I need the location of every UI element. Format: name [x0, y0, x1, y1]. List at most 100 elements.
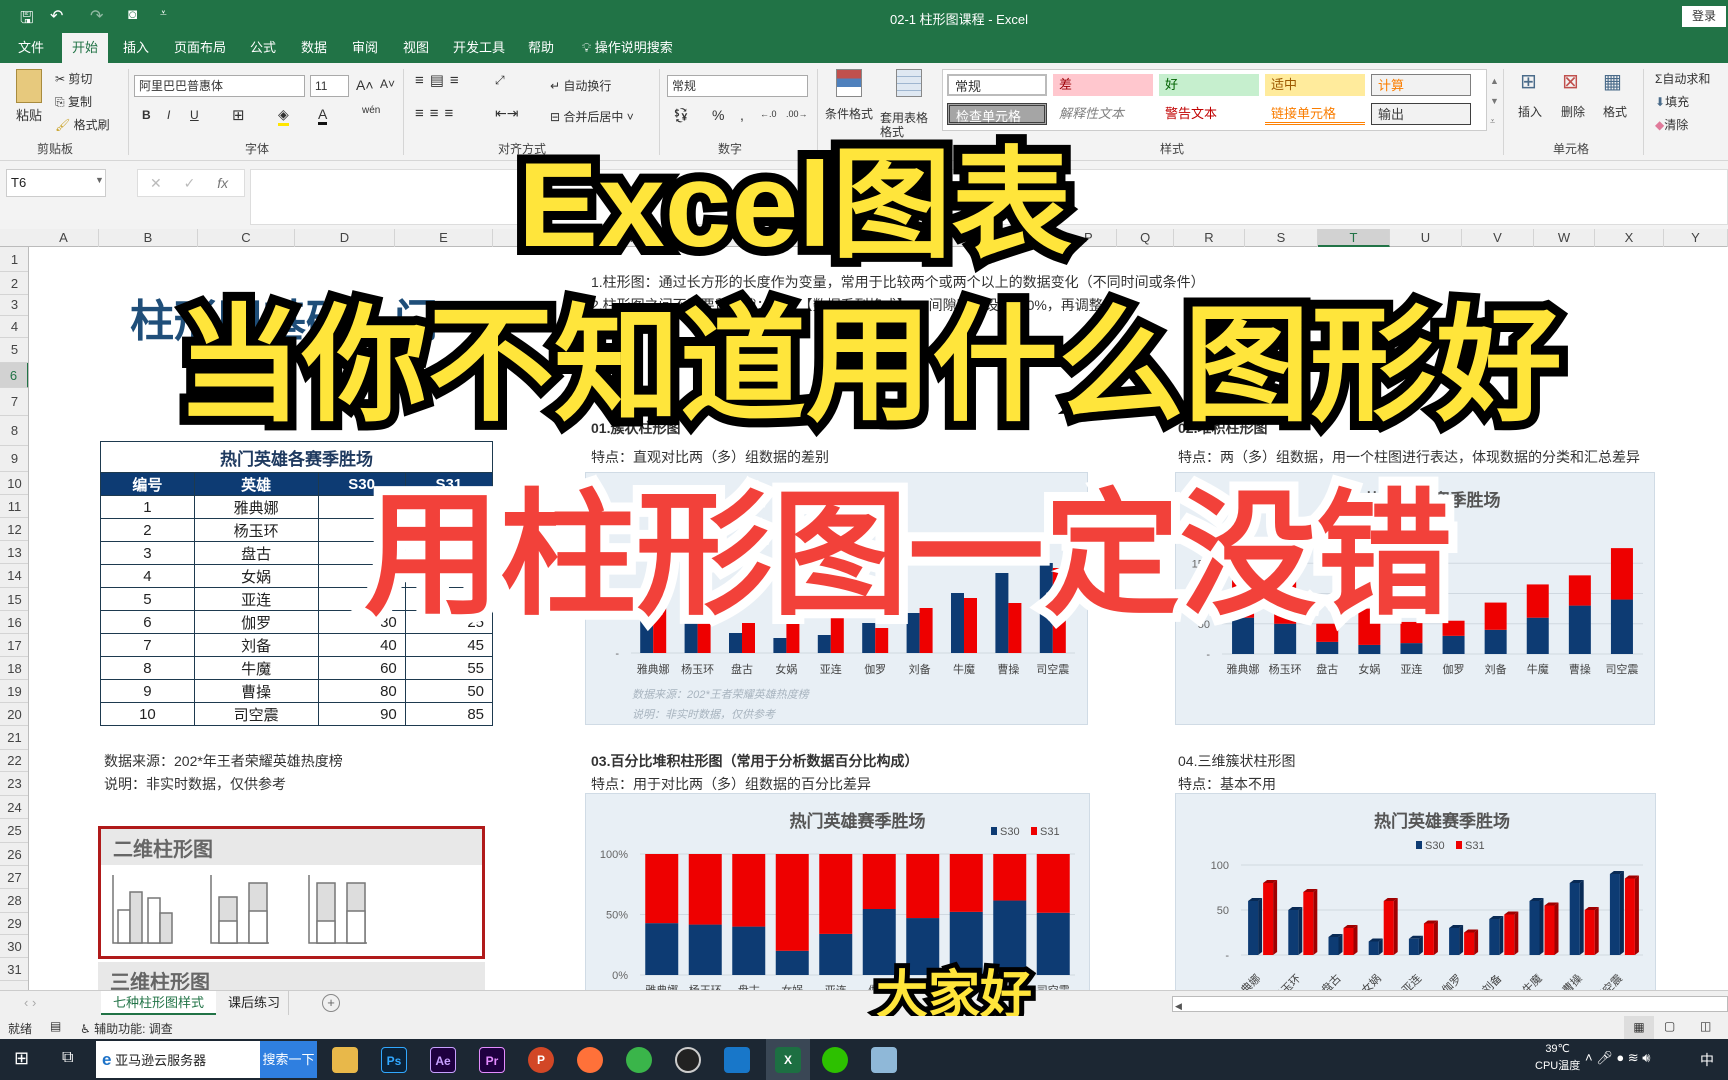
cell-hero[interactable]: 雅典娜	[193, 495, 319, 519]
row-header-20[interactable]: 20	[0, 703, 28, 727]
paste-button[interactable]: 粘贴	[16, 105, 42, 124]
macro-record-icon[interactable]: ▤	[50, 1019, 61, 1033]
fill-button[interactable]: ⬇填充	[1655, 93, 1689, 110]
tab-home[interactable]: 开始	[62, 33, 109, 63]
cell-hero[interactable]: 伽罗	[193, 610, 319, 634]
font-name-select[interactable]: 阿里巴巴普惠体	[134, 75, 305, 97]
premiere-icon[interactable]: Pr	[479, 1047, 505, 1073]
column-header-Q[interactable]: Q	[1117, 229, 1174, 247]
row-header-23[interactable]: 23	[0, 772, 28, 796]
column-header-E[interactable]: E	[395, 229, 493, 247]
cell-s30[interactable]: 90	[317, 702, 406, 726]
customize-qat-icon[interactable]: ⩡	[160, 6, 167, 21]
cell-hero[interactable]: 刘备	[193, 633, 319, 657]
row-header-10[interactable]: 10	[0, 472, 28, 495]
gallery-scroll[interactable]: ▲ ▼ ⩡	[1490, 71, 1499, 131]
cell-hero[interactable]: 盘古	[193, 541, 319, 565]
row-header-27[interactable]: 27	[0, 866, 28, 890]
orientation-icon[interactable]: ⤢	[495, 73, 505, 88]
style-check-cell[interactable]: 检查单元格	[947, 103, 1047, 125]
style-calculation[interactable]: 计算	[1371, 74, 1471, 96]
cell-s31[interactable]: 55	[404, 656, 494, 680]
row-header-30[interactable]: 30	[0, 935, 28, 958]
merge-center-button[interactable]: ⊟ 合并后居中 ˅	[550, 108, 634, 125]
column-header-R[interactable]: R	[1174, 229, 1245, 247]
sheet-nav-arrows[interactable]: ‹ ›	[24, 995, 36, 1010]
row-header-25[interactable]: 25	[0, 819, 28, 844]
row-header-4[interactable]: 4	[0, 316, 28, 339]
fill-color-icon[interactable]: ◈	[278, 106, 289, 126]
clear-button[interactable]: ◆清除	[1655, 116, 1688, 133]
page-layout-view-icon[interactable]: ▢	[1664, 1019, 1675, 1033]
cut-button[interactable]: ✂ 剪切	[55, 70, 92, 87]
style-neutral[interactable]: 适中	[1265, 74, 1365, 96]
task-view-icon[interactable]: ⧉	[62, 1049, 73, 1067]
cell-s30[interactable]: 60	[317, 656, 406, 680]
cell-hero[interactable]: 亚连	[193, 587, 319, 611]
row-header-11[interactable]: 11	[0, 495, 28, 519]
cell-id[interactable]: 8	[100, 656, 195, 680]
format-cells-button[interactable]: 格式	[1603, 103, 1627, 120]
accessibility-status[interactable]: ♿︎ 辅助功能: 调查	[80, 1020, 173, 1037]
increase-decimal-button[interactable]: ←.0	[760, 109, 777, 119]
conditional-format-icon[interactable]	[836, 69, 862, 97]
tab-data[interactable]: 数据	[291, 33, 337, 63]
cell-id[interactable]: 7	[100, 633, 195, 657]
row-header-7[interactable]: 7	[0, 388, 28, 416]
tab-formulas[interactable]: 公式	[240, 33, 286, 63]
underline-button[interactable]: U	[190, 108, 199, 122]
shrink-font-button[interactable]: A˅	[380, 77, 395, 91]
row-header-3[interactable]: 3	[0, 295, 28, 317]
column-header-C[interactable]: C	[198, 229, 295, 247]
insert-cells-button[interactable]: 插入	[1518, 103, 1542, 120]
chart-3d-clustered[interactable]: 热门英雄赛季胜场 - 50 100 雅典娜 杨玉环 盘古 女娲 亚连 伽罗 刘备 牛魔 曹操 司空震 S30…	[1175, 793, 1656, 990]
row-header-13[interactable]: 13	[0, 541, 28, 565]
copy-button[interactable]: ⎘ 复制	[55, 93, 92, 110]
select-all-button[interactable]	[0, 229, 29, 247]
undo-icon[interactable]: ↶	[50, 6, 63, 26]
cell-id[interactable]: 9	[100, 679, 195, 703]
row-header-31[interactable]: 31	[0, 958, 28, 981]
insert-cells-icon[interactable]: ⊞	[1520, 69, 1537, 94]
tab-review[interactable]: 审阅	[342, 33, 388, 63]
add-sheet-button[interactable]: +	[322, 994, 340, 1012]
row-header-8[interactable]: 8	[0, 416, 28, 447]
taskbar-search-button[interactable]: 搜索一下	[260, 1041, 317, 1078]
number-format-select[interactable]: 常规	[667, 75, 808, 97]
format-cells-icon[interactable]: ▦	[1603, 69, 1622, 94]
row-header-28[interactable]: 28	[0, 889, 28, 913]
row-header-1[interactable]: 1	[0, 247, 28, 273]
style-explanatory[interactable]: 解释性文本	[1053, 103, 1153, 125]
style-good[interactable]: 好	[1159, 74, 1259, 96]
cell-id[interactable]: 2	[100, 518, 195, 542]
column-header-T[interactable]: T	[1318, 229, 1390, 247]
cell-id[interactable]: 4	[100, 564, 195, 588]
tab-file[interactable]: 文件	[8, 33, 54, 63]
format-painter-button[interactable]: 🖌︎ 格式刷	[55, 116, 110, 133]
row-header-29[interactable]: 29	[0, 913, 28, 935]
redo-icon[interactable]: ↷	[90, 6, 103, 26]
column-header-D[interactable]: D	[295, 229, 395, 247]
powerpoint-icon[interactable]: P	[528, 1047, 554, 1073]
row-header-12[interactable]: 12	[0, 518, 28, 542]
taskbar-search-input[interactable]: e 亚马逊云服务器	[96, 1041, 260, 1078]
style-warning[interactable]: 警告文本	[1159, 103, 1259, 125]
column-header-X[interactable]: X	[1595, 229, 1664, 247]
italic-button[interactable]: I	[167, 108, 170, 122]
horizontal-scrollbar[interactable]: ◀	[1172, 996, 1728, 1012]
row-header-2[interactable]: 2	[0, 272, 28, 296]
cell-hero[interactable]: 曹操	[193, 679, 319, 703]
cell-id[interactable]: 10	[100, 702, 195, 726]
cancel-icon[interactable]: ✕	[150, 175, 162, 191]
row-header-15[interactable]: 15	[0, 588, 28, 611]
row-header-24[interactable]: 24	[0, 796, 28, 819]
normal-view-icon[interactable]: ▦	[1624, 1016, 1654, 1039]
ime-indicator[interactable]: 中	[1700, 1050, 1714, 1070]
app-icon[interactable]	[724, 1047, 750, 1073]
save-icon[interactable]: 🖫	[20, 7, 34, 34]
row-header-19[interactable]: 19	[0, 680, 28, 704]
firefox-icon[interactable]	[577, 1047, 603, 1073]
delete-cells-button[interactable]: 删除	[1561, 103, 1585, 120]
column-header-W[interactable]: W	[1534, 229, 1595, 247]
style-normal[interactable]: 常规	[947, 74, 1047, 96]
